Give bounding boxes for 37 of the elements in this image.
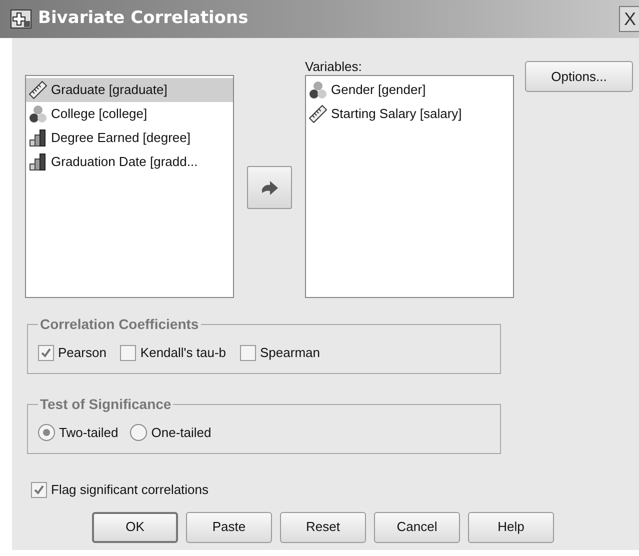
radio-button[interactable] [38,424,55,442]
checkbox[interactable] [120,344,136,361]
checkbox-label[interactable]: Kendall's tau-b [140,343,226,362]
dialog-button[interactable]: Cancel [374,512,460,542]
window-title: Bivariate Correlations [38,7,248,30]
radio-button[interactable] [130,424,148,442]
dialog-button[interactable]: OK [92,512,178,542]
bar-chart-icon [29,129,47,147]
variable-item[interactable]: Graduation Date [gradd... [26,150,233,174]
right-arrow-icon [260,180,278,196]
options-button[interactable]: Options... [525,61,633,92]
bar-chart-icon [29,153,47,171]
variable-item[interactable]: Starting Salary [salary] [306,102,513,126]
three-balls-icon [29,105,47,123]
variable-item[interactable]: Gender [gender] [306,78,513,102]
group-title: Test of Significance [39,395,172,414]
checkbox-label[interactable]: Pearson [58,343,106,362]
checkbox[interactable] [240,344,256,361]
three-balls-icon [309,81,327,99]
variable-item[interactable]: Graduate [graduate] [26,78,233,102]
ruler-icon [29,81,47,99]
dialog-button[interactable]: Reset [280,512,366,542]
checkbox-label[interactable]: Flag significant correlations [51,480,209,500]
radio-label[interactable]: Two-tailed [59,423,118,442]
radio-label[interactable]: One-tailed [151,423,212,442]
checkbox[interactable] [38,344,54,361]
variables-label: Variables: [305,58,363,75]
checkbox-label[interactable]: Spearman [260,343,320,362]
close-button[interactable]: X [619,6,639,32]
variable-item[interactable]: College [college] [26,102,233,126]
group-title: Correlation Coefficients [39,315,200,334]
dialog-button[interactable]: Paste [186,512,272,542]
variable-item[interactable]: Degree Earned [degree] [26,126,233,150]
checkbox[interactable] [31,482,47,498]
dialog-button[interactable]: Help [468,512,554,542]
app-icon [10,9,32,29]
move-button[interactable] [247,166,292,209]
